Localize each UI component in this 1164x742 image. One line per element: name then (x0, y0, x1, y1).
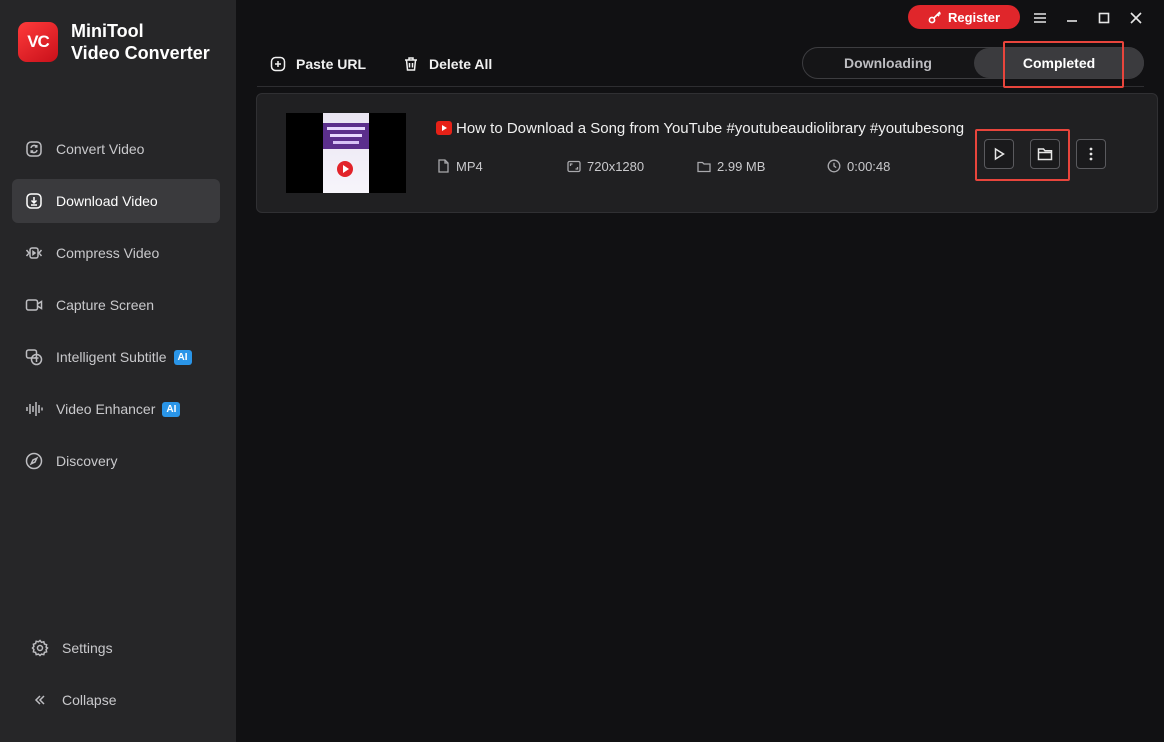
file-icon (438, 159, 449, 173)
video-title: How to Download a Song from YouTube #you… (456, 120, 965, 137)
resolution-icon (567, 160, 581, 172)
sidebar-item-capture-screen[interactable]: Capture Screen (12, 283, 220, 327)
minimize-button[interactable] (1062, 8, 1082, 28)
collapse-label: Collapse (62, 692, 117, 708)
gear-icon (30, 638, 50, 658)
sidebar-item-intelligent-subtitle[interactable]: Intelligent Subtitle AI (12, 335, 220, 379)
sidebar-item-convert-video[interactable]: Convert Video (12, 127, 220, 171)
clock-icon (827, 159, 841, 173)
subtitle-icon (24, 347, 44, 367)
actions-highlight (975, 129, 1070, 181)
delete-all-button[interactable]: Delete All (403, 54, 492, 74)
add-icon (270, 56, 286, 72)
format-info: MP4 (437, 158, 483, 174)
hamburger-icon (1034, 13, 1046, 23)
thumbnail-image (323, 113, 369, 193)
thumbnail-text-line (330, 134, 362, 137)
register-button[interactable]: Register (908, 5, 1020, 29)
sidebar-nav: Convert Video Download Video Compress Vi… (12, 127, 220, 491)
thumbnail-play-icon (343, 165, 349, 173)
close-icon (1130, 12, 1142, 24)
sidebar-bottom-nav: Settings Collapse (12, 626, 220, 730)
enhancer-icon (24, 399, 44, 419)
resolution-info: 720x1280 (567, 158, 644, 174)
size-info: 2.99 MB (697, 158, 765, 174)
more-icon (1089, 147, 1093, 161)
trash-icon (405, 57, 417, 71)
camera-icon (24, 295, 44, 315)
sidebar-item-label: Compress Video (56, 245, 160, 261)
app-name-line1: MiniTool (71, 21, 144, 41)
sidebar-item-label: Download Video (56, 193, 158, 209)
double-chevron-left-icon (30, 690, 50, 710)
sidebar-item-download-video[interactable]: Download Video (12, 179, 220, 223)
sidebar: VC MiniTool Video Converter Convert Vide… (0, 0, 236, 742)
format-value: MP4 (456, 158, 483, 174)
download-icon (24, 191, 44, 211)
maximize-button[interactable] (1094, 8, 1114, 28)
folder-icon (697, 161, 711, 172)
compress-icon (24, 243, 44, 263)
thumbnail-text-line (327, 127, 365, 130)
brand: VC MiniTool Video Converter (18, 20, 210, 64)
app-name-line2: Video Converter (71, 43, 210, 63)
minimize-icon (1067, 20, 1077, 22)
collapse-button[interactable]: Collapse (12, 678, 220, 722)
tab-downloading[interactable]: Downloading (803, 48, 973, 78)
completed-tab-highlight (1003, 41, 1124, 88)
duration-value: 0:00:48 (847, 158, 891, 174)
youtube-icon (436, 121, 452, 135)
sidebar-item-compress-video[interactable]: Compress Video (12, 231, 220, 275)
close-button[interactable] (1126, 8, 1146, 28)
sidebar-item-label: Discovery (56, 453, 118, 469)
settings-label: Settings (62, 640, 113, 656)
maximize-icon (1098, 12, 1110, 24)
settings-button[interactable]: Settings (12, 626, 220, 670)
sidebar-item-label: Convert Video (56, 141, 145, 157)
sidebar-item-label: Intelligent Subtitle (56, 349, 167, 365)
app-logo: VC (18, 22, 58, 62)
convert-icon (24, 139, 44, 159)
app-name: MiniTool Video Converter (71, 20, 210, 64)
register-label: Register (947, 9, 1001, 25)
more-options-button[interactable] (1076, 139, 1106, 169)
duration-info: 0:00:48 (827, 158, 890, 174)
sidebar-item-video-enhancer[interactable]: Video Enhancer AI (12, 387, 220, 431)
paste-url-button[interactable]: Paste URL (270, 54, 366, 74)
resolution-value: 720x1280 (587, 158, 645, 174)
sidebar-item-discovery[interactable]: Discovery (12, 439, 220, 483)
sidebar-item-label: Video Enhancer (56, 401, 156, 417)
sidebar-item-label: Capture Screen (56, 297, 155, 313)
size-value: 2.99 MB (717, 158, 766, 174)
compass-icon (24, 451, 44, 471)
delete-all-label: Delete All (429, 56, 493, 72)
paste-url-label: Paste URL (296, 56, 367, 72)
ai-badge: AI (173, 349, 192, 365)
ai-badge: AI (162, 401, 181, 417)
menu-button[interactable] (1030, 8, 1050, 28)
key-icon (928, 11, 941, 24)
thumbnail-text-line (333, 141, 359, 144)
